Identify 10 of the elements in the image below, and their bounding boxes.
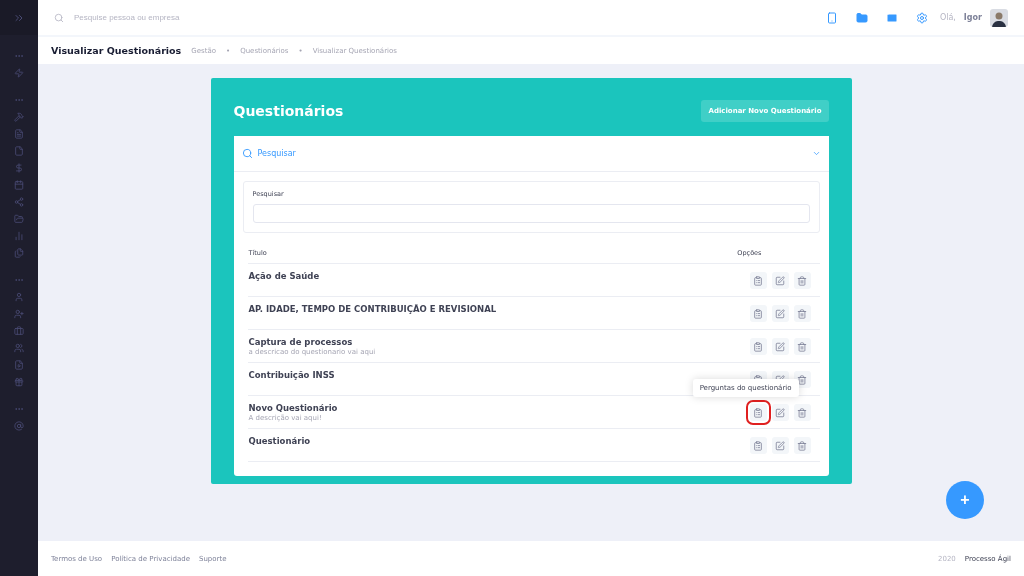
- questionnaire-title: Novo Questionário: [248, 403, 338, 413]
- questionnaire-title: Captura de processos: [248, 337, 354, 347]
- questionnaire-title: AP. IDADE, TEMPO DE CONTRIBUIÇÃO E REVISIONAL: [248, 304, 497, 314]
- page-title: Visualizar Questionários: [51, 45, 182, 56]
- greeting: Olá,: [939, 13, 956, 22]
- questionnaire-title: Ação de Saúde: [248, 271, 320, 281]
- questionnaire-title: Contribuição INSS: [248, 370, 335, 380]
- questionnaire-title: Questionário: [248, 436, 311, 446]
- panel-title: Questionários: [233, 103, 344, 119]
- user-name: Igor: [963, 13, 982, 22]
